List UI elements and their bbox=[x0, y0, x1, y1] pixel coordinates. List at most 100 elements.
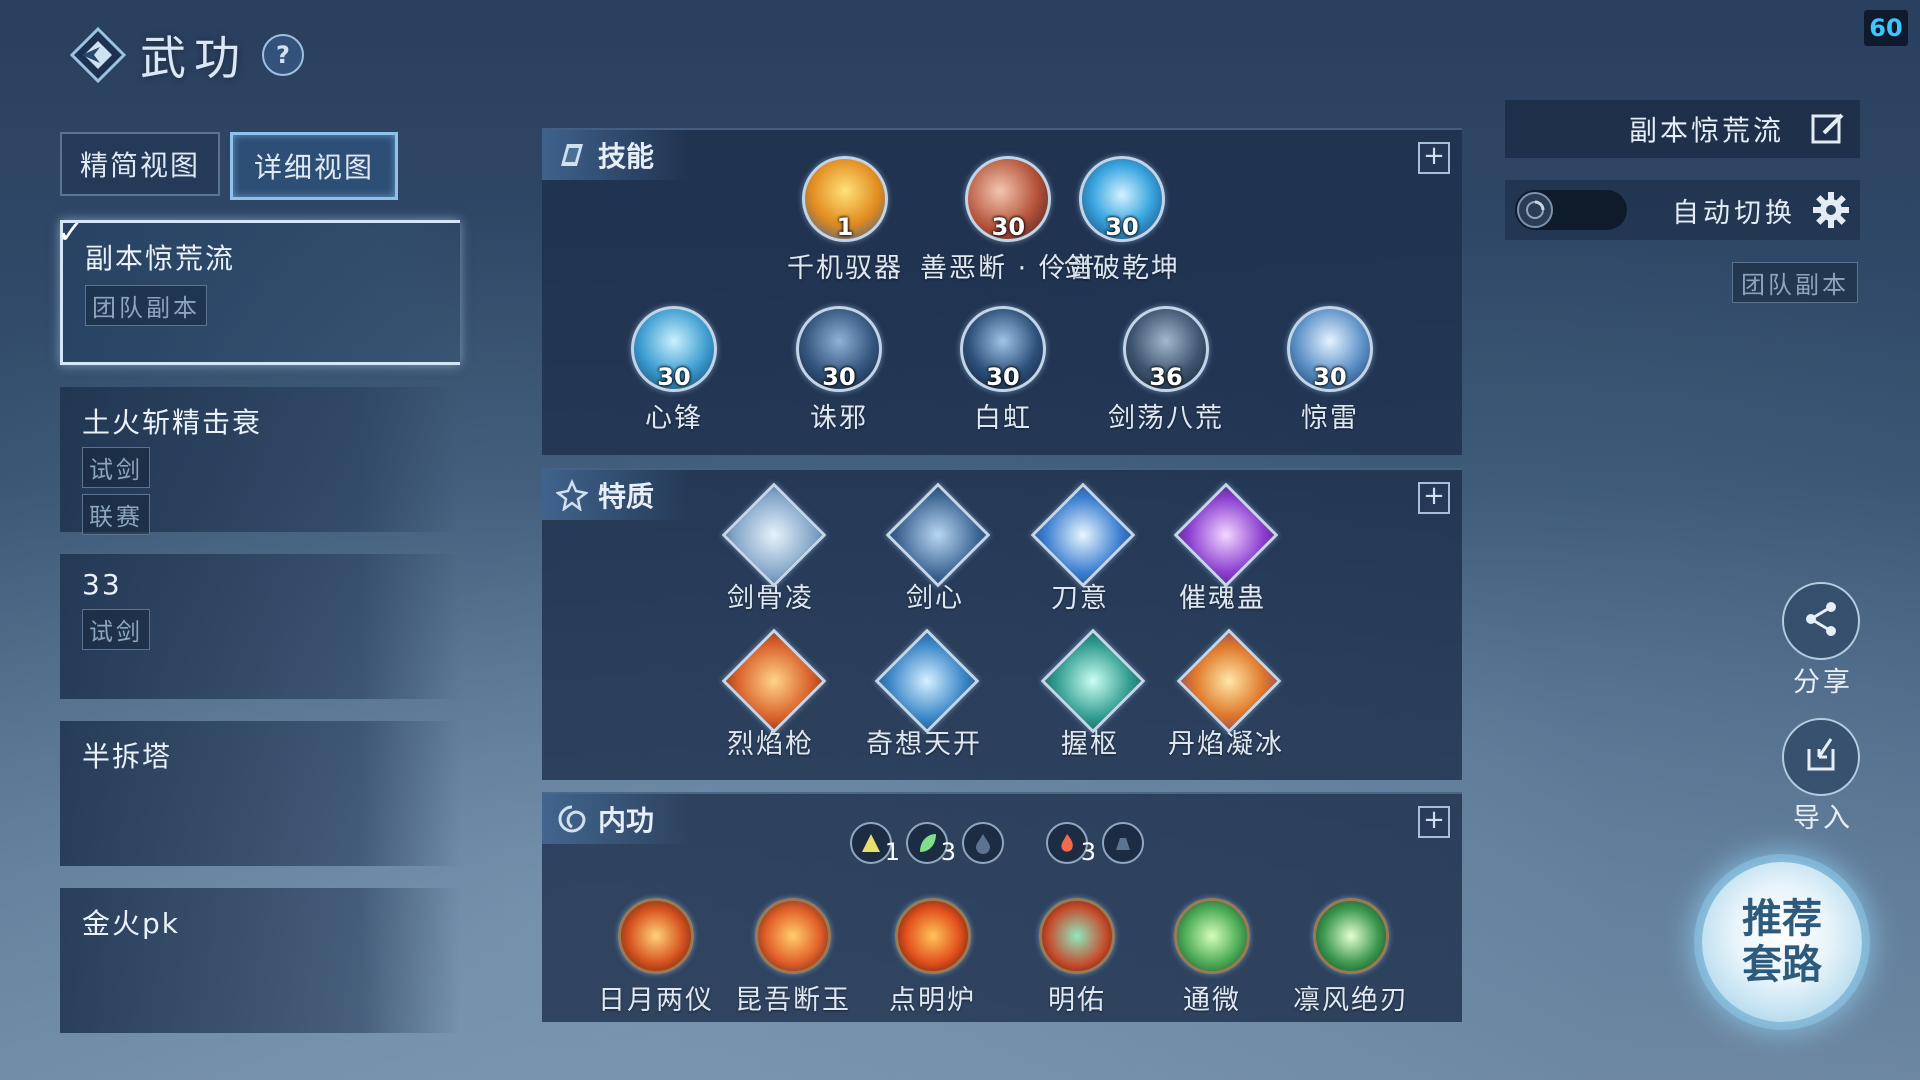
neigong-slot[interactable]: 凛风绝刃 bbox=[1293, 898, 1409, 1017]
neigong-slot[interactable]: 通微 bbox=[1174, 898, 1250, 1017]
preset-tag: 团队副本 bbox=[85, 285, 207, 326]
preset-list: ✓ 副本惊荒流 团队副本 土火斩精击衰 试剑 联赛 33 试剑 半拆塔 金火pk bbox=[57, 213, 460, 1055]
gear-icon[interactable] bbox=[1812, 191, 1850, 229]
trait-slot[interactable]: 催魂蛊 bbox=[1173, 482, 1278, 615]
expand-neigong-button[interactable]: + bbox=[1418, 806, 1450, 838]
neigong-slot[interactable]: 点明炉 bbox=[889, 898, 976, 1017]
toggle-knob-icon bbox=[1517, 192, 1553, 228]
auto-switch-label: 自动切换 bbox=[1672, 197, 1796, 229]
neigong-panel-title: 内功 bbox=[598, 804, 655, 837]
skill-level: 30 bbox=[1313, 363, 1347, 391]
skill-level: 36 bbox=[1149, 363, 1183, 391]
skill-slot[interactable]: 30 心锋 bbox=[631, 306, 717, 435]
element-count: 1 bbox=[884, 838, 900, 866]
auto-switch-toggle[interactable] bbox=[1515, 190, 1627, 230]
view-toggle: 精简视图 详细视图 bbox=[60, 132, 398, 200]
detailed-view-button[interactable]: 详细视图 bbox=[230, 132, 398, 200]
neigong-panel: 内功 + 1 3 3 日月两仪 昆吾断玉 点明炉 明佑 通微 凛风绝刃 bbox=[542, 792, 1462, 1022]
skill-slot[interactable]: 1 千机驭器 bbox=[787, 156, 903, 285]
preset-item[interactable]: ✓ 副本惊荒流 团队副本 bbox=[57, 213, 460, 365]
preset-item[interactable]: 金火pk bbox=[60, 888, 460, 1033]
current-preset-bar: 副本惊荒流 bbox=[1505, 100, 1860, 158]
skill-level: 30 bbox=[657, 363, 691, 391]
neigong-slot[interactable]: 昆吾断玉 bbox=[735, 898, 851, 1017]
recommend-build-button[interactable]: 推荐套路 bbox=[1702, 862, 1862, 1022]
neigong-icon bbox=[1039, 898, 1115, 974]
skill-slot[interactable]: 30 剑破乾坤 bbox=[1064, 156, 1180, 285]
simple-view-button[interactable]: 精简视图 bbox=[60, 132, 220, 196]
neigong-name: 明佑 bbox=[1048, 985, 1106, 1016]
trait-icon bbox=[1040, 628, 1146, 734]
neigong-panel-header: 内功 bbox=[542, 794, 691, 844]
help-button[interactable]: ? bbox=[262, 34, 304, 76]
trait-slot[interactable]: 烈焰枪 bbox=[721, 628, 826, 761]
neigong-name: 昆吾断玉 bbox=[735, 985, 851, 1016]
expand-skills-button[interactable]: + bbox=[1418, 142, 1450, 174]
skill-icon: 30 bbox=[1079, 156, 1165, 242]
preset-name: 金火pk bbox=[82, 907, 180, 940]
swirl-star-icon bbox=[556, 479, 588, 511]
leaf-element-icon: 3 bbox=[906, 822, 956, 866]
preset-name: 半拆塔 bbox=[82, 740, 173, 773]
share-button[interactable] bbox=[1782, 582, 1860, 660]
martial-arts-emblem-icon bbox=[69, 26, 127, 84]
trait-slot[interactable]: 剑心 bbox=[885, 482, 991, 615]
preset-name: 33 bbox=[82, 568, 122, 601]
page-title: 武功 bbox=[140, 31, 248, 85]
mountain-element-icon: 1 bbox=[850, 822, 900, 866]
preset-item[interactable]: 土火斩精击衰 试剑 联赛 bbox=[60, 387, 460, 535]
element-counters: 1 3 3 bbox=[850, 822, 1144, 866]
neigong-name: 通微 bbox=[1183, 985, 1241, 1016]
skill-icon: 30 bbox=[631, 306, 717, 392]
trait-icon bbox=[1176, 628, 1282, 734]
neigong-icon bbox=[1174, 898, 1250, 974]
trait-slot[interactable]: 刀意 bbox=[1030, 482, 1136, 615]
trait-slot[interactable]: 握枢 bbox=[1040, 628, 1146, 761]
fps-counter: 60 bbox=[1864, 10, 1908, 46]
trait-icon bbox=[721, 482, 826, 588]
preset-name: 土火斩精击衰 bbox=[82, 406, 263, 439]
import-button[interactable] bbox=[1782, 718, 1860, 796]
expand-traits-button[interactable]: + bbox=[1418, 482, 1450, 514]
skill-slot[interactable]: 36 剑荡八荒 bbox=[1108, 306, 1224, 435]
skill-slot[interactable]: 30 白虹 bbox=[960, 306, 1046, 435]
skills-panel-header: 技能 bbox=[542, 130, 691, 180]
preset-tag: 试剑 bbox=[82, 609, 150, 650]
skill-icon: 1 bbox=[802, 156, 888, 242]
skill-slot[interactable]: 30 诛邪 bbox=[796, 306, 882, 435]
skill-name: 千机驭器 bbox=[787, 253, 903, 284]
preset-item[interactable]: 半拆塔 bbox=[60, 721, 460, 866]
preset-name: 副本惊荒流 bbox=[85, 242, 236, 275]
element-count: 3 bbox=[940, 838, 956, 866]
element-count: 3 bbox=[1080, 838, 1096, 866]
skills-panel-title: 技能 bbox=[598, 140, 655, 173]
trait-slot[interactable]: 剑骨凌 bbox=[721, 482, 826, 615]
preset-item[interactable]: 33 试剑 bbox=[60, 554, 460, 699]
swirl-icon bbox=[556, 803, 588, 835]
trait-slot[interactable]: 丹焰凝冰 bbox=[1168, 628, 1284, 761]
neigong-slot[interactable]: 明佑 bbox=[1039, 898, 1115, 1017]
trait-slot[interactable]: 奇想天开 bbox=[866, 628, 982, 761]
trait-icon bbox=[874, 628, 980, 734]
trait-icon bbox=[1173, 482, 1278, 588]
trait-icon bbox=[1030, 482, 1136, 588]
edit-icon[interactable] bbox=[1810, 111, 1846, 147]
traits-panel-header: 特质 bbox=[542, 470, 691, 520]
skill-icon: 30 bbox=[960, 306, 1046, 392]
recommend-build-label: 推荐套路 bbox=[1742, 895, 1822, 988]
skill-level: 30 bbox=[1105, 213, 1139, 241]
skills-panel: 技能 + 1 千机驭器 30 善恶断 · 伶音 30 剑破乾坤 30 心锋 30… bbox=[542, 128, 1462, 455]
share-icon bbox=[1801, 599, 1841, 643]
skill-slot[interactable]: 30 惊雷 bbox=[1287, 306, 1373, 435]
skill-level: 1 bbox=[836, 213, 854, 241]
skill-name: 剑破乾坤 bbox=[1064, 253, 1180, 284]
auto-switch-row: 自动切换 bbox=[1505, 180, 1860, 240]
skill-icon: 36 bbox=[1123, 306, 1209, 392]
neigong-icon bbox=[894, 898, 971, 974]
neigong-slot[interactable]: 日月两仪 bbox=[598, 898, 714, 1017]
current-preset-tag: 团队副本 bbox=[1732, 262, 1858, 303]
earth-element-icon bbox=[1102, 822, 1144, 864]
book-icon bbox=[556, 139, 588, 171]
traits-panel-title: 特质 bbox=[598, 480, 655, 513]
fire-element-icon: 3 bbox=[1046, 822, 1096, 866]
